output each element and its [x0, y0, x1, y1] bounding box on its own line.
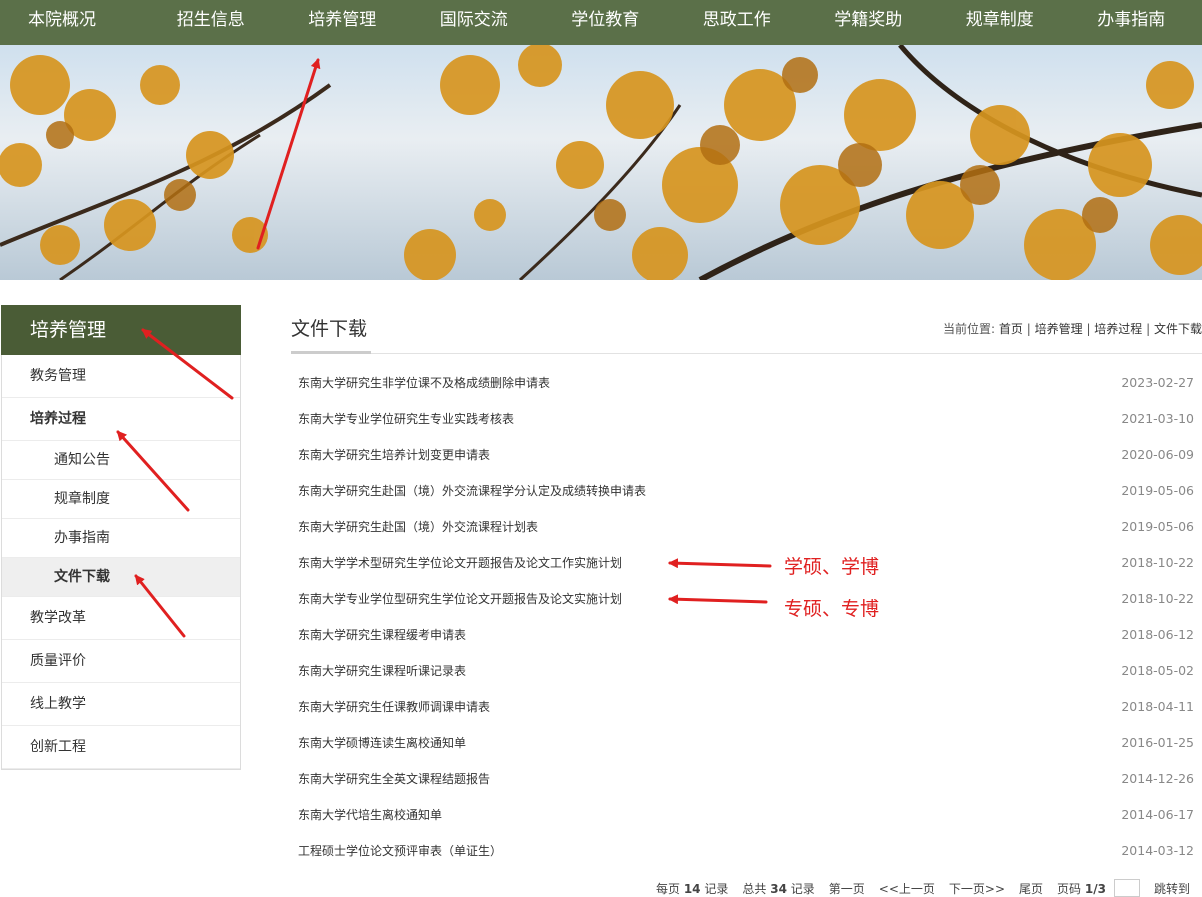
file-date: 2019-05-06 [1121, 483, 1194, 498]
sidebar-item-4[interactable]: 办事指南 [2, 519, 240, 558]
last-page-link[interactable]: 尾页 [1019, 880, 1043, 897]
file-row: 工程硕士学位论文预评审表（单证生） 2014-03-12 [291, 833, 1202, 869]
file-date: 2014-06-17 [1121, 807, 1194, 822]
file-date: 2018-10-22 [1121, 591, 1194, 606]
file-list: 东南大学研究生非学位课不及格成绩删除申请表 2023-02-27 东南大学专业学位研… [291, 365, 1202, 869]
file-link[interactable]: 工程硕士学位论文预评审表（单证生） [298, 833, 502, 869]
banner-image [0, 45, 1202, 280]
file-date: 2021-03-10 [1121, 411, 1194, 426]
sidebar-item-3[interactable]: 规章制度 [2, 480, 240, 519]
file-row: 东南大学研究生课程缓考申请表 2018-06-12 [291, 617, 1202, 653]
pagination: 每页 14 记录 总共 34 记录 第一页 <<上一页 下一页>> 尾页 页码 … [656, 878, 1190, 897]
file-link[interactable]: 东南大学研究生赴国（境）外交流课程计划表 [298, 509, 538, 545]
file-link[interactable]: 东南大学研究生全英文课程结题报告 [298, 761, 490, 797]
file-row: 东南大学研究生任课教师调课申请表 2018-04-11 [291, 689, 1202, 725]
top-nav: 本院概况 招生信息 培养管理 国际交流 学位教育 思政工作 学籍奖助 规章制度 办事指南 [0, 0, 1202, 45]
ginkgo-leaves-illustration [0, 45, 1202, 280]
file-date: 2014-03-12 [1121, 843, 1194, 858]
file-row: 东南大学研究生赴国（境）外交流课程计划表 2019-05-06 [291, 509, 1202, 545]
file-date: 2018-10-22 [1121, 555, 1194, 570]
nav-item-6[interactable]: 学籍奖助 [803, 0, 935, 45]
breadcrumb-item-3[interactable]: 文件下载 [1154, 322, 1202, 336]
nav-item-8[interactable]: 办事指南 [1066, 0, 1198, 45]
sidebar-item-8[interactable]: 线上教学 [2, 683, 240, 726]
annotation-label-academic: 学硕、学博 [784, 556, 880, 578]
file-date: 2018-05-02 [1121, 663, 1194, 678]
file-link[interactable]: 东南大学专业学位研究生专业实践考核表 [298, 401, 514, 437]
sidebar-item-9[interactable]: 创新工程 [2, 726, 240, 769]
page-number-label: 页码 1/3 [1057, 881, 1106, 896]
breadcrumb-item-2[interactable]: 培养过程 [1094, 322, 1142, 336]
annotation-label-professional: 专硕、专博 [784, 598, 880, 620]
sidebar-item-5[interactable]: 文件下载 [2, 558, 240, 597]
file-row: 东南大学研究生全英文课程结题报告 2014-12-26 [291, 761, 1202, 797]
file-date: 2019-05-06 [1121, 519, 1194, 534]
file-row: 东南大学专业学位型研究生学位论文开题报告及论文实施计划 2018-10-22 [291, 581, 1202, 617]
file-link[interactable]: 东南大学研究生课程缓考申请表 [298, 617, 466, 653]
file-row: 东南大学研究生课程听课记录表 2018-05-02 [291, 653, 1202, 689]
sidebar-item-0[interactable]: 教务管理 [2, 355, 240, 398]
total-label: 总共 34 记录 [742, 881, 815, 896]
sidebar-item-6[interactable]: 教学改革 [2, 597, 240, 640]
file-link[interactable]: 东南大学研究生课程听课记录表 [298, 653, 466, 689]
nav-item-0[interactable]: 本院概况 [0, 0, 145, 45]
breadcrumb-separator: | [1022, 322, 1035, 336]
nav-item-3[interactable]: 国际交流 [408, 0, 540, 45]
next-page-link[interactable]: 下一页>> [949, 880, 1005, 897]
file-date: 2018-04-11 [1121, 699, 1194, 714]
file-link[interactable]: 东南大学专业学位型研究生学位论文开题报告及论文实施计划 [298, 581, 622, 617]
sidebar: 培养管理 教务管理 培养过程 通知公告 规章制度 办事指南 文件下载 教学改革 质量评价 线上教… [1, 305, 241, 770]
prev-page-link[interactable]: <<上一页 [879, 880, 935, 897]
breadcrumb-item-1[interactable]: 培养管理 [1035, 322, 1083, 336]
first-page-link[interactable]: 第一页 [829, 880, 865, 897]
file-date: 2018-06-12 [1121, 627, 1194, 642]
file-date: 2023-02-27 [1121, 375, 1194, 390]
file-row: 东南大学硕博连读生离校通知单 2016-01-25 [291, 725, 1202, 761]
breadcrumb: 当前位置: 首页 | 培养管理 | 培养过程 | 文件下载 [943, 320, 1202, 337]
file-link[interactable]: 东南大学研究生培养计划变更申请表 [298, 437, 490, 473]
title-underline [291, 351, 371, 354]
file-date: 2016-01-25 [1121, 735, 1194, 750]
content-header: 文件下载 当前位置: 首页 | 培养管理 | 培养过程 | 文件下载 [291, 306, 1202, 354]
file-link[interactable]: 东南大学研究生非学位课不及格成绩删除申请表 [298, 365, 550, 401]
sidebar-item-7[interactable]: 质量评价 [2, 640, 240, 683]
nav-item-1[interactable]: 招生信息 [145, 0, 277, 45]
file-date: 2014-12-26 [1121, 771, 1194, 786]
nav-item-7[interactable]: 规章制度 [934, 0, 1066, 45]
file-link[interactable]: 东南大学研究生任课教师调课申请表 [298, 689, 490, 725]
file-link[interactable]: 东南大学学术型研究生学位论文开题报告及论文工作实施计划 [298, 545, 622, 581]
file-link[interactable]: 东南大学研究生赴国（境）外交流课程学分认定及成绩转换申请表 [298, 473, 646, 509]
breadcrumb-separator: | [1142, 322, 1154, 336]
nav-item-4[interactable]: 学位教育 [540, 0, 672, 45]
file-row: 东南大学研究生培养计划变更申请表 2020-06-09 [291, 437, 1202, 473]
file-link[interactable]: 东南大学硕博连读生离校通知单 [298, 725, 466, 761]
page-title: 文件下载 [291, 318, 368, 340]
file-row: 东南大学专业学位研究生专业实践考核表 2021-03-10 [291, 401, 1202, 437]
file-row: 东南大学研究生赴国（境）外交流课程学分认定及成绩转换申请表 2019-05-06 [291, 473, 1202, 509]
file-date: 2020-06-09 [1121, 447, 1194, 462]
nav-item-2[interactable]: 培养管理 [277, 0, 409, 45]
jump-to-link[interactable]: 跳转到 [1154, 880, 1190, 897]
sidebar-item-2[interactable]: 通知公告 [2, 441, 240, 480]
sidebar-item-1[interactable]: 培养过程 [2, 398, 240, 441]
breadcrumb-prefix: 当前位置: [943, 322, 996, 336]
sidebar-title: 培养管理 [1, 305, 241, 355]
page-jump-input[interactable] [1113, 879, 1140, 897]
file-row: 东南大学研究生非学位课不及格成绩删除申请表 2023-02-27 [291, 365, 1202, 401]
file-row: 东南大学代培生离校通知单 2014-06-17 [291, 797, 1202, 833]
per-page-label: 每页 14 记录 [655, 881, 729, 896]
breadcrumb-item-0[interactable]: 首页 [999, 322, 1023, 336]
file-row: 东南大学学术型研究生学位论文开题报告及论文工作实施计划 2018-10-22 [291, 545, 1202, 581]
breadcrumb-separator: | [1082, 322, 1095, 336]
file-link[interactable]: 东南大学代培生离校通知单 [298, 797, 442, 833]
nav-item-5[interactable]: 思政工作 [671, 0, 803, 45]
